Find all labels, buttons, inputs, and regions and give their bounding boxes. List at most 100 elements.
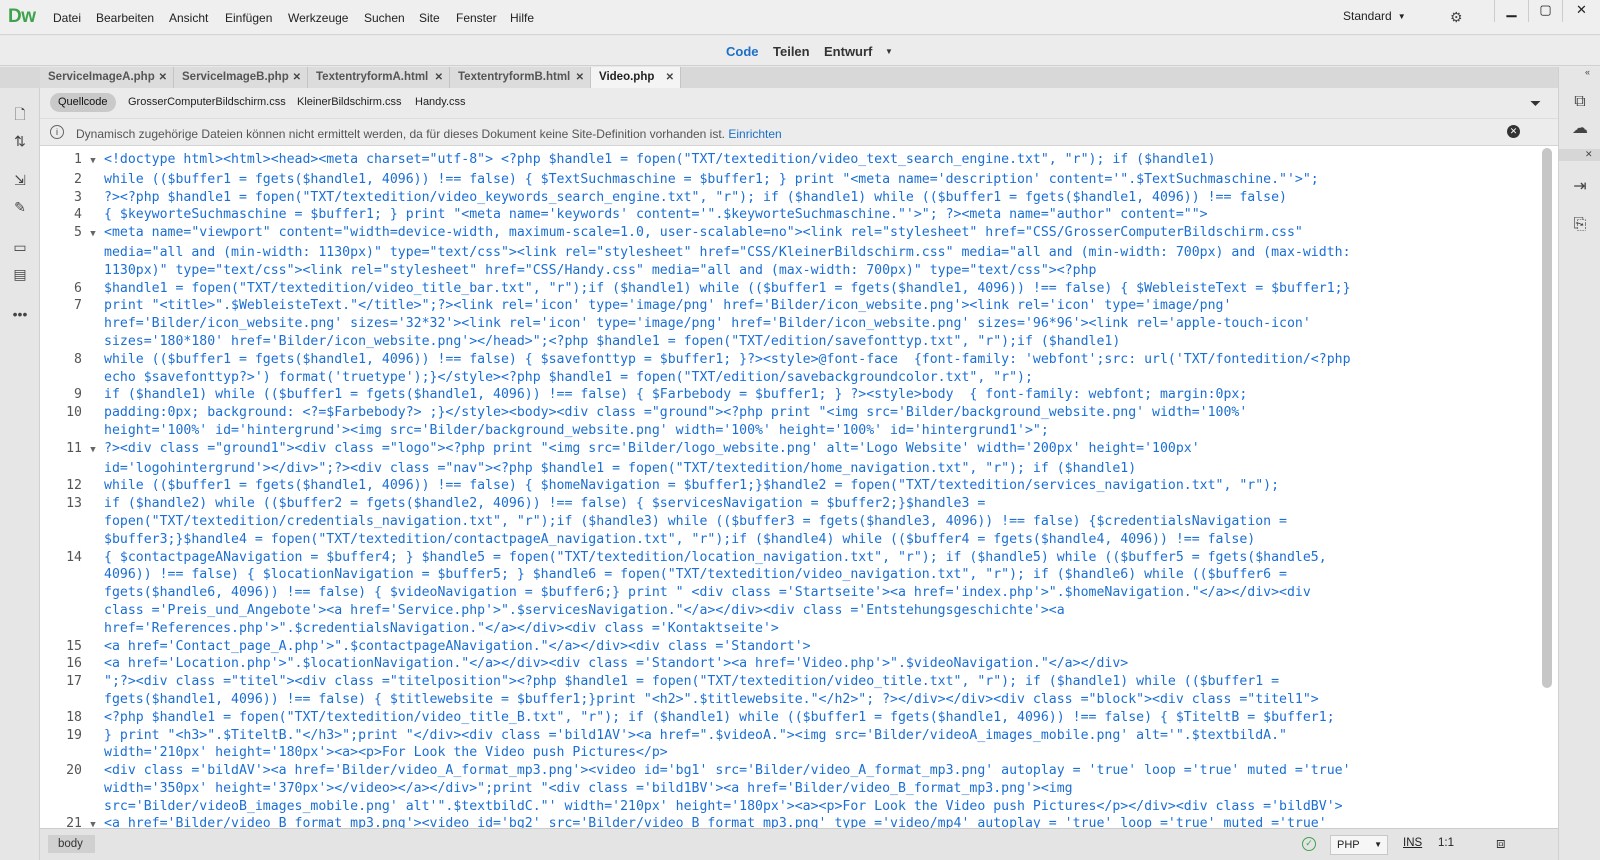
code-text[interactable]: $handle1 = fopen("TXT/textedition/video_… — [104, 281, 1351, 296]
filter-icon[interactable]: ⏷ — [1530, 95, 1541, 112]
code-view-tab[interactable]: Code — [726, 44, 759, 59]
code-line[interactable]: 2 while (($buffer1 = fgets($handle1, 4096… — [40, 171, 1540, 189]
code-text[interactable]: <meta name="viewport" content="width=dev… — [104, 225, 1303, 240]
code-text[interactable]: 4096)) !== false) { $locationNavigation … — [104, 567, 1287, 582]
collapse-code-icon[interactable]: ⇲ — [10, 171, 30, 189]
vertical-scrollbar[interactable] — [1542, 148, 1552, 688]
code-lines[interactable]: 1 ▼ <!doctype html><html><head><meta chars… — [40, 151, 1540, 828]
dom-panel-icon[interactable]: ⧉ — [1569, 92, 1591, 112]
code-line[interactable]: width='350px' height='370px'></video></a… — [40, 780, 1540, 798]
code-text[interactable]: ?><?php $handle1 = fopen("TXT/texteditio… — [104, 190, 1287, 205]
code-line[interactable]: $buffer3;}$handle4 = fopen("TXT/textedit… — [40, 531, 1540, 549]
snippets-panel-icon[interactable]: ⎘ — [1569, 215, 1591, 235]
insert-panel-icon[interactable]: ⇥ — [1569, 177, 1591, 197]
menu-site[interactable]: Site — [419, 11, 440, 25]
code-line[interactable]: id='logohintergrund'></div>";?><div clas… — [40, 460, 1540, 478]
code-text[interactable]: width='350px' height='370px'></video></a… — [104, 781, 1073, 796]
fold-toggle-icon[interactable]: ▼ — [82, 226, 104, 244]
design-view-tab[interactable]: Entwurf — [824, 44, 872, 59]
setup-link[interactable]: Einrichten — [728, 127, 781, 141]
menu-einfuegen[interactable]: Einfügen — [225, 11, 272, 25]
code-text[interactable]: print "<title>".$WebleisteText."</title>… — [104, 298, 1231, 313]
code-text[interactable]: <a href='Contact_page_A.php'>".$contactp… — [104, 639, 811, 654]
code-text[interactable]: src='Bilder/videoB_images_mobile.png' al… — [104, 799, 1343, 814]
code-line[interactable]: fgets($handle1, 4096)) !== false) { $tit… — [40, 691, 1540, 709]
code-line[interactable]: 12 while (($buffer1 = fgets($handle1, 409… — [40, 477, 1540, 495]
close-icon[interactable]: ✕ — [666, 67, 674, 88]
code-line[interactable]: media="all and (min-width: 1130px)" type… — [40, 244, 1540, 262]
code-line[interactable]: 13 if ($handle2) while (($buffer2 = fgets… — [40, 495, 1540, 513]
tab-video[interactable]: Video.php ✕ — [591, 67, 681, 88]
code-text[interactable]: class ='Preis_und_Angebote'><a href='Ser… — [104, 603, 1065, 618]
code-text[interactable]: id='logohintergrund'></div>";?><div clas… — [104, 461, 1136, 476]
code-text[interactable]: { $keyworteSuchmaschine = $buffer1; } pr… — [104, 207, 1208, 222]
code-text[interactable]: while (($buffer1 = fgets($handle1, 4096)… — [104, 478, 1279, 493]
live-preview-icon[interactable]: ⧈ — [1496, 835, 1506, 852]
close-icon[interactable]: ✕ — [576, 67, 584, 88]
format-source-icon[interactable]: ▤ — [10, 265, 30, 283]
collapse-panel-icon[interactable]: « — [1585, 67, 1590, 77]
code-line[interactable]: 15 <a href='Contact_page_A.php'>".$contac… — [40, 638, 1540, 656]
code-text[interactable]: <!doctype html><html><head><meta charset… — [104, 152, 1216, 167]
tab-serviceimageb[interactable]: ServiceImageB.php ✕ — [174, 67, 308, 88]
code-text[interactable]: echo $savefonttyp?>') format('truetype')… — [104, 370, 1033, 385]
code-line[interactable]: 17 ";?><div class ="titel"><div class ="t… — [40, 673, 1540, 691]
code-text[interactable]: while (($buffer1 = fgets($handle1, 4096)… — [104, 352, 1351, 367]
code-line[interactable]: 4 { $keyworteSuchmaschine = $buffer1; } p… — [40, 206, 1540, 224]
sync-settings-icon[interactable]: ⚙ — [1450, 9, 1463, 26]
code-line[interactable]: width='210px' height='180px'><a><p>For L… — [40, 744, 1540, 762]
menu-ansicht[interactable]: Ansicht — [169, 11, 208, 25]
file-management-icon[interactable]: ⇅ — [10, 132, 30, 150]
maximize-button[interactable]: ▢ — [1528, 0, 1562, 22]
expand-code-icon[interactable]: ✎ — [10, 198, 30, 216]
validation-ok-icon[interactable]: ✓ — [1302, 837, 1316, 851]
menu-werkzeuge[interactable]: Werkzeuge — [288, 11, 348, 25]
code-line[interactable]: fopen("TXT/textedition/credentials_navig… — [40, 513, 1540, 531]
code-line[interactable]: fgets($handle6, 4096)) !== false) { $vid… — [40, 584, 1540, 602]
code-line[interactable]: 3 ?><?php $handle1 = fopen("TXT/textediti… — [40, 189, 1540, 207]
menu-fenster[interactable]: Fenster — [456, 11, 497, 25]
menu-suchen[interactable]: Suchen — [364, 11, 405, 25]
code-line[interactable]: 16 <a href='Location.php'>".$locationNavi… — [40, 655, 1540, 673]
source-code-button[interactable]: Quellcode — [50, 93, 116, 112]
workspace-switcher[interactable]: Standard ▼ — [1343, 9, 1406, 23]
code-line[interactable]: 1130px)" type="text/css"><link rel="styl… — [40, 262, 1540, 280]
related-file-kleiner[interactable]: KleinerBildschirm.css — [297, 96, 402, 108]
code-text[interactable]: $buffer3;}$handle4 = fopen("TXT/textedit… — [104, 532, 1255, 547]
tab-textentryforma[interactable]: TextentryformA.html ✕ — [308, 67, 450, 88]
insert-mode-toggle[interactable]: INS — [1403, 837, 1422, 849]
code-text[interactable]: } print "<h3>".$TiteltB."</h3>";print "<… — [104, 728, 1287, 743]
code-line[interactable]: href='Bilder/icon_website.png' sizes='32… — [40, 315, 1540, 333]
code-text[interactable]: 1130px)" type="text/css"><link rel="styl… — [104, 263, 1096, 278]
menu-datei[interactable]: Datei — [53, 11, 81, 25]
chevron-down-icon[interactable]: ▼ — [885, 47, 893, 56]
code-text[interactable]: <a href='Location.php'>".$locationNaviga… — [104, 656, 1128, 671]
code-text[interactable]: <?php $handle1 = fopen("TXT/textedition/… — [104, 710, 1335, 725]
code-text[interactable]: href='Bilder/icon_website.png' sizes='32… — [104, 316, 1311, 331]
tab-serviceimagea[interactable]: ServiceImageA.php ✕ — [40, 67, 174, 88]
open-document-icon[interactable]: 🗋 — [10, 105, 30, 123]
code-line[interactable]: 18 <?php $handle1 = fopen("TXT/texteditio… — [40, 709, 1540, 727]
close-panel-icon[interactable]: ✕ — [1585, 149, 1593, 160]
code-text[interactable]: height='100%' id='hintergrund'><img src=… — [104, 423, 1049, 438]
close-icon[interactable]: ✕ — [1507, 125, 1520, 138]
cc-libraries-icon[interactable]: ☁ — [1569, 119, 1591, 139]
code-text[interactable]: href='References.php'>".$credentialsNavi… — [104, 621, 779, 636]
minimize-button[interactable]: ▁ — [1494, 0, 1528, 22]
code-text[interactable]: <div class ='bildAV'><a href='Bilder/vid… — [104, 763, 1351, 778]
document-type-select[interactable]: PHP ▼ — [1330, 835, 1388, 855]
code-text[interactable]: if ($handle1) while (($buffer1 = fgets($… — [104, 387, 1247, 402]
code-text[interactable]: width='210px' height='180px'><a><p>For L… — [104, 745, 668, 760]
code-line[interactable]: href='References.php'>".$credentialsNavi… — [40, 620, 1540, 638]
code-text[interactable]: ";?><div class ="titel"><div class ="tit… — [104, 674, 1279, 689]
code-text[interactable]: ?><div class ="ground1"><div class ="log… — [104, 441, 1200, 456]
code-line[interactable]: 6 $handle1 = fopen("TXT/textedition/video… — [40, 280, 1540, 298]
related-file-grosser[interactable]: GrosserComputerBildschirm.css — [128, 96, 286, 108]
code-line[interactable]: src='Bilder/videoB_images_mobile.png' al… — [40, 798, 1540, 816]
comment-icon[interactable]: ▭ — [10, 238, 30, 256]
code-line[interactable]: sizes='180*180' href='Bilder/icon_websit… — [40, 333, 1540, 351]
code-line[interactable]: 8 while (($buffer1 = fgets($handle1, 4096… — [40, 351, 1540, 369]
close-icon[interactable]: ✕ — [159, 67, 167, 88]
code-line[interactable]: 21 ▼ <a href='Bilder/video_B_format_mp3.pn… — [40, 815, 1540, 828]
code-line[interactable]: echo $savefonttyp?>') format('truetype')… — [40, 369, 1540, 387]
